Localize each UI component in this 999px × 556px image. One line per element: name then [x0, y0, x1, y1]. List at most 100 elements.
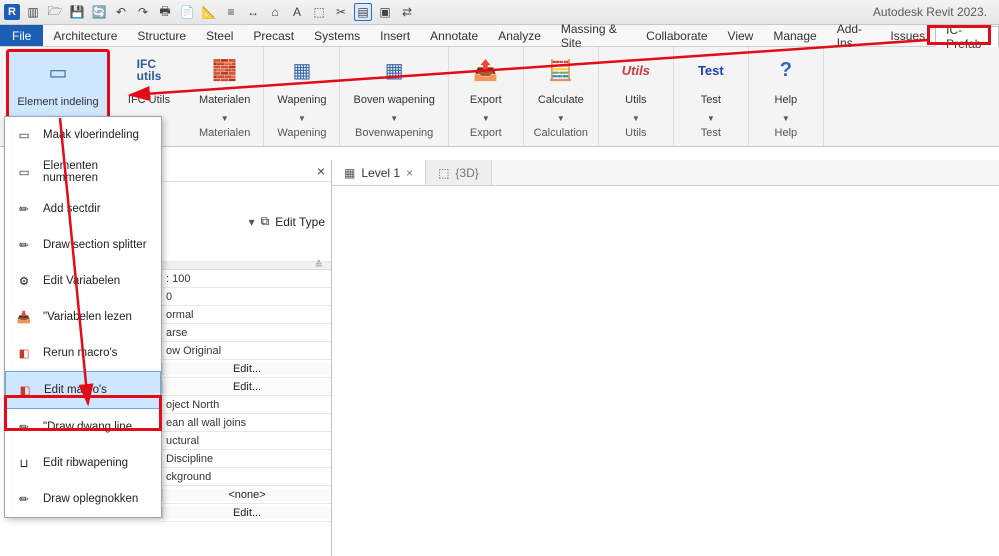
prop-row[interactable]: ow Original [162, 345, 221, 357]
help-button[interactable]: ? Help ▼ [755, 49, 817, 126]
dropdown-edit-macros[interactable]: ◧Edit macro's [5, 371, 161, 409]
export-button[interactable]: 📤 Export ▼ [455, 49, 517, 126]
group-wapening: Wapening [277, 125, 326, 142]
tab-architecture[interactable]: Architecture [43, 25, 127, 46]
dropdown-edit-variabelen[interactable]: ⚙Edit Variabelen [5, 263, 161, 299]
qat-switch-icon[interactable]: ⇄ [398, 3, 416, 21]
prop-none-row[interactable]: <none> [162, 489, 331, 501]
dropdown-draw-dwang-line[interactable]: ✏"Draw dwang line [5, 409, 161, 445]
prop-edit-button[interactable]: Edit... [162, 381, 331, 393]
materialen-button[interactable]: 🧱 Materialen ▼ [192, 49, 257, 126]
boven-wapening-button[interactable]: ▦ Boven wapening ▼ [346, 49, 441, 126]
prop-row[interactable]: : 100 [162, 273, 190, 285]
prop-edit-button[interactable]: Edit... [162, 507, 331, 519]
blocks-icon: ◧ [14, 379, 36, 401]
qat-button[interactable]: ▥ [24, 3, 42, 21]
tab-systems[interactable]: Systems [304, 25, 370, 46]
utils-button[interactable]: Utils Utils ▼ [605, 49, 667, 126]
panel-close-icon[interactable]: × [317, 163, 325, 179]
pencil-icon: ✏ [13, 234, 35, 256]
group-materialen: Materialen [199, 125, 250, 142]
tab-view[interactable]: View [718, 25, 764, 46]
export-label: Export [470, 88, 502, 112]
ifc-utils-label: IFC Utils [128, 88, 170, 112]
tab-steel[interactable]: Steel [196, 25, 243, 46]
tab-precast[interactable]: Precast [243, 25, 304, 46]
tab-massing-site[interactable]: Massing & Site [551, 25, 636, 46]
ribbon-tabs: File Architecture Structure Steel Precas… [0, 25, 999, 47]
dropdown-edit-ribwapening[interactable]: ⊔Edit ribwapening [5, 445, 161, 481]
edit-type-button[interactable]: Edit Type [275, 215, 325, 229]
utils-icon: Utils [620, 54, 652, 86]
tab-collaborate[interactable]: Collaborate [636, 25, 717, 46]
tab-annotate[interactable]: Annotate [420, 25, 488, 46]
qat-undo-icon[interactable]: ↶ [112, 3, 130, 21]
qat-close-views-icon[interactable]: ▣ [376, 3, 394, 21]
calculate-button[interactable]: 🧮 Calculate ▼ [530, 49, 592, 126]
dropdown-draw-section-splitter[interactable]: ✏Draw section splitter [5, 227, 161, 263]
test-icon: Test [695, 54, 727, 86]
rebar-icon: ⊔ [13, 452, 35, 474]
tab-ic-prefab[interactable]: IC-Prefab [935, 26, 999, 47]
plan-view-icon: ▦ [344, 166, 355, 180]
prop-row[interactable]: ckground [162, 471, 211, 483]
qat-open-icon[interactable]: 🗁 [46, 3, 64, 21]
view-tab-3d[interactable]: ⬚ {3D} [426, 160, 492, 185]
dropdown-rerun-macros[interactable]: ◧Rerun macro's [5, 335, 161, 371]
file-tab[interactable]: File [0, 25, 43, 46]
view-tabs: ▦ Level 1 × ⬚ {3D} [332, 160, 999, 186]
panel-gripper[interactable]: ≙ [162, 262, 331, 270]
view-canvas[interactable] [332, 186, 999, 556]
qat-print-icon[interactable]: 🖶 [156, 3, 174, 21]
prop-row[interactable]: 0 [162, 291, 172, 303]
tab-structure[interactable]: Structure [127, 25, 196, 46]
test-button[interactable]: Test Test ▼ [680, 49, 742, 126]
qat-section-icon[interactable]: ✂ [332, 3, 350, 21]
qat-dim-icon[interactable]: ↔ [244, 3, 262, 21]
qat-pdf-icon[interactable]: 📄 [178, 3, 196, 21]
prop-row[interactable]: ormal [162, 309, 194, 321]
prop-row[interactable]: oject North [162, 399, 219, 411]
ifc-utils-button[interactable]: IFC utils IFC Utils ▼ [118, 49, 180, 126]
qat-sync-icon[interactable]: 🔄 [90, 3, 108, 21]
qat-align-icon[interactable]: ≡ [222, 3, 240, 21]
tab-insert[interactable]: Insert [370, 25, 420, 46]
element-indeling-label: Element indeling [17, 90, 98, 114]
wapening-label: Wapening [277, 88, 326, 112]
group-help: Help [775, 125, 798, 142]
app-logo: R [4, 4, 20, 20]
3d-view-icon: ⬚ [438, 166, 449, 180]
qat-thin-lines-icon[interactable]: ▤ [354, 3, 372, 21]
qat-tag-icon[interactable]: ⌂ [266, 3, 284, 21]
dropdown-draw-oplegnokken[interactable]: ✏Draw oplegnokken [5, 481, 161, 517]
qat-text-icon[interactable]: A [288, 3, 306, 21]
dropdown-variabelen-lezen[interactable]: 📥"Variabelen lezen [5, 299, 161, 335]
dropdown-elementen-nummeren[interactable]: ▭Elementen nummeren [5, 153, 161, 191]
element-indeling-icon: ▭ [42, 56, 74, 88]
tab-addins[interactable]: Add-Ins [827, 25, 881, 46]
group-utils: Utils [625, 125, 646, 142]
qat-3d-icon[interactable]: ⬚ [310, 3, 328, 21]
dropdown-add-sectdir[interactable]: ✏Add sectdir [5, 191, 161, 227]
chevron-down-icon[interactable]: ▾ [249, 215, 255, 229]
help-icon: ? [770, 54, 802, 86]
qat-measure-icon[interactable]: 📐 [200, 3, 218, 21]
qat-redo-icon[interactable]: ↷ [134, 3, 152, 21]
prop-row[interactable]: uctural [162, 435, 199, 447]
wapening-button[interactable]: ▦ Wapening ▼ [270, 49, 333, 126]
tab-analyze[interactable]: Analyze [488, 25, 551, 46]
prop-row[interactable]: ean all wall joins [162, 417, 246, 429]
prop-row[interactable]: arse [162, 327, 187, 339]
prop-edit-button[interactable]: Edit... [162, 363, 331, 375]
dropdown-maak-vloerindeling[interactable]: ▭Maak vloerindeling [5, 117, 161, 153]
tab-issues[interactable]: Issues [880, 25, 935, 46]
prop-row[interactable]: Discipline [162, 453, 213, 465]
edit-type-icon: ⧉ [261, 214, 270, 229]
ifc-utils-icon: IFC utils [133, 54, 165, 86]
gear-icon: ⚙ [13, 270, 35, 292]
view-tab-level1[interactable]: ▦ Level 1 × [332, 160, 426, 185]
element-indeling-dropdown: ▭Maak vloerindeling ▭Elementen nummeren … [4, 116, 162, 518]
qat-save-icon[interactable]: 💾 [68, 3, 86, 21]
tab-manage[interactable]: Manage [763, 25, 826, 46]
close-icon[interactable]: × [406, 166, 413, 180]
